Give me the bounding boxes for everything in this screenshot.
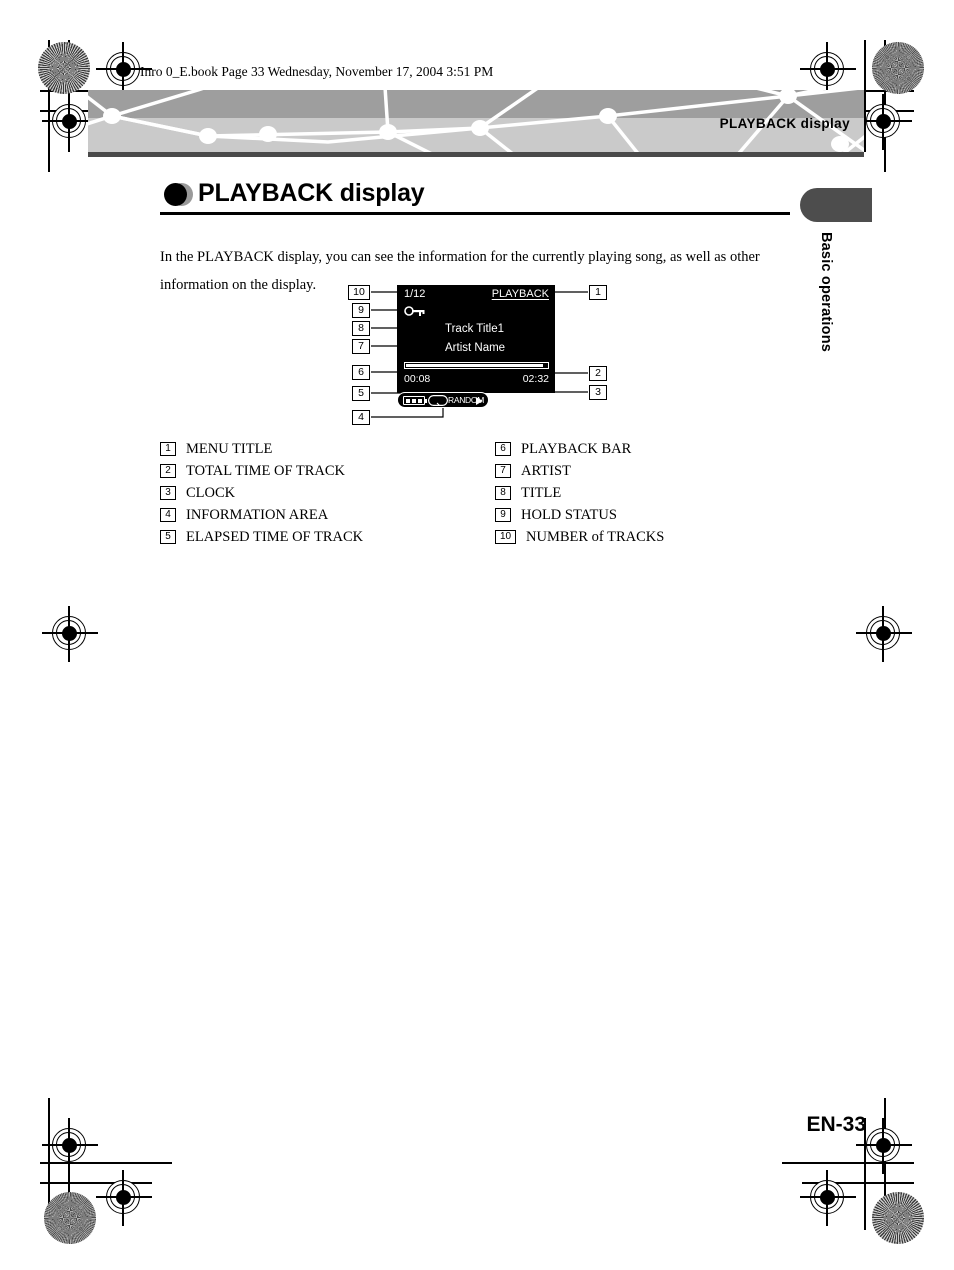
legend-item: 1 MENU TITLE xyxy=(160,438,363,460)
legend-label: HOLD STATUS xyxy=(521,506,617,523)
total-time-readout: 02:32 xyxy=(522,373,549,385)
callout-6: 6 xyxy=(352,365,370,380)
registration-target xyxy=(800,42,856,98)
legend-column-left: 1 MENU TITLE 2 TOTAL TIME OF TRACK 3 CLO… xyxy=(160,438,363,548)
legend-item: 8 TITLE xyxy=(495,482,664,504)
crop-mark-line xyxy=(40,1162,172,1164)
star-target-mark xyxy=(872,1192,924,1244)
registration-target xyxy=(96,42,152,98)
registration-target xyxy=(42,94,98,150)
book-file-header: Inro 0_E.book Page 33 Wednesday, Novembe… xyxy=(140,64,494,79)
track-title-readout: Track Title1 xyxy=(445,323,505,335)
play-icon xyxy=(476,396,483,405)
callout-10: 10 xyxy=(348,285,370,300)
legend-label: CLOCK xyxy=(186,484,236,501)
chapter-tab xyxy=(800,188,872,222)
star-target-mark xyxy=(44,1192,96,1244)
heading-bullet xyxy=(160,178,194,208)
legend-item: 4 INFORMATION AREA xyxy=(160,504,363,526)
repeat-icon xyxy=(428,395,448,406)
legend-number: 4 xyxy=(160,508,176,522)
legend-item: 5 ELAPSED TIME OF TRACK xyxy=(160,526,363,548)
registration-target xyxy=(42,606,98,662)
legend-number: 3 xyxy=(160,486,176,500)
callout-2: 2 xyxy=(589,366,607,381)
playback-bar-fill xyxy=(406,364,543,367)
key-icon xyxy=(404,306,425,316)
banner-bottom-rule xyxy=(88,152,864,157)
callout-7: 7 xyxy=(352,339,370,354)
callout-3: 3 xyxy=(589,385,607,400)
legend-label: MENU TITLE xyxy=(186,440,273,457)
elapsed-time-readout: 00:08 xyxy=(404,373,431,385)
legend-item: 2 TOTAL TIME OF TRACK xyxy=(160,460,363,482)
callout-9: 9 xyxy=(352,303,370,318)
running-head-title: PLAYBACK display xyxy=(719,116,850,131)
playback-bar[interactable] xyxy=(404,362,549,369)
legend-label: ARTIST xyxy=(521,462,571,479)
legend-label: PLAYBACK BAR xyxy=(521,440,632,457)
chapter-tab-label: Basic operations xyxy=(818,232,834,353)
information-area: RANDOM xyxy=(397,392,489,408)
legend-item: 6 PLAYBACK BAR xyxy=(495,438,664,460)
lcd-screen: 1/12 PLAYBACK Track Title1 Artist Name 0… xyxy=(397,285,555,404)
callout-8: 8 xyxy=(352,321,370,336)
legend-item: 9 HOLD STATUS xyxy=(495,504,664,526)
legend-number: 8 xyxy=(495,486,511,500)
page-header-banner: PLAYBACK display xyxy=(88,90,864,152)
registration-target xyxy=(42,1118,98,1174)
legend-number: 10 xyxy=(495,530,516,544)
registration-target xyxy=(856,606,912,662)
callout-4: 4 xyxy=(352,410,370,425)
legend-column-right: 6 PLAYBACK BAR 7 ARTIST 8 TITLE 9 HOLD S… xyxy=(495,438,664,548)
legend-number: 5 xyxy=(160,530,176,544)
menu-title-readout: PLAYBACK xyxy=(491,288,549,300)
heading-underline-rule xyxy=(160,212,790,215)
registration-target xyxy=(96,1170,152,1226)
legend-label: ELAPSED TIME OF TRACK xyxy=(186,528,364,545)
callout-1: 1 xyxy=(589,285,607,300)
legend-number: 7 xyxy=(495,464,511,478)
legend-label: NUMBER of TRACKS xyxy=(526,528,665,545)
clock-readout: 02:30 xyxy=(522,392,549,404)
legend-number: 2 xyxy=(160,464,176,478)
playback-display-figure: 1/12 PLAYBACK Track Title1 Artist Name 0… xyxy=(340,280,620,425)
battery-icon xyxy=(403,396,427,405)
legend-item: 10 NUMBER of TRACKS xyxy=(495,526,664,548)
registration-target xyxy=(856,1118,912,1174)
page-title: PLAYBACK display xyxy=(198,178,425,207)
legend-label: INFORMATION AREA xyxy=(186,506,329,523)
legend-label: TOTAL TIME OF TRACK xyxy=(186,462,346,479)
legend-number: 1 xyxy=(160,442,176,456)
page-number: EN-33 xyxy=(806,1113,866,1136)
legend-label: TITLE xyxy=(521,484,562,501)
crop-mark-line xyxy=(864,40,866,152)
crop-mark-line xyxy=(782,1162,914,1164)
track-number-readout: 1/12 xyxy=(404,288,426,300)
star-target-mark xyxy=(872,42,924,94)
legend-item: 3 CLOCK xyxy=(160,482,363,504)
crop-mark-line xyxy=(40,1182,152,1184)
bullet-circle-icon xyxy=(164,183,187,206)
star-target-mark xyxy=(38,42,90,94)
section-heading: PLAYBACK display xyxy=(160,178,790,208)
legend-item: 7 ARTIST xyxy=(495,460,664,482)
legend-number: 9 xyxy=(495,508,511,522)
registration-target xyxy=(856,94,912,150)
callout-5: 5 xyxy=(352,386,370,401)
registration-target xyxy=(800,1170,856,1226)
legend-number: 6 xyxy=(495,442,511,456)
artist-name-readout: Artist Name xyxy=(445,342,506,354)
